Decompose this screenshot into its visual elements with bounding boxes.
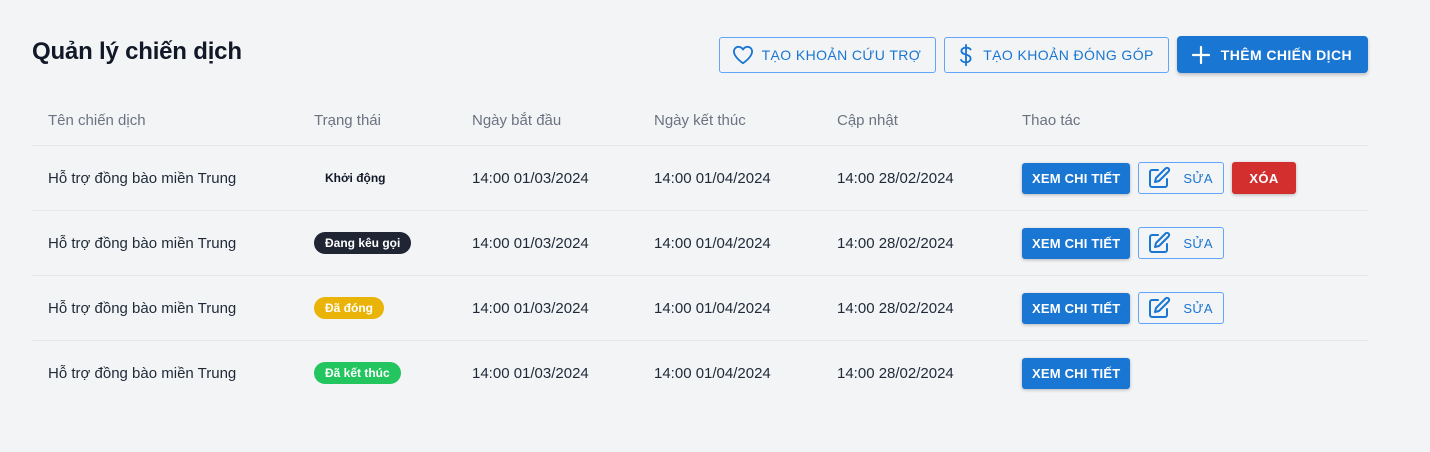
create-contribution-label: TẠO KHOẢN ĐÓNG GÓP	[983, 46, 1154, 63]
end-date: 14:00 01/04/2024	[654, 364, 771, 382]
campaign-name: Hỗ trợ đồng bào miền Trung	[48, 234, 237, 252]
campaign-name: Hỗ trợ đồng bào miền Trung	[48, 299, 237, 317]
edit-button-label: SỬA	[1183, 235, 1214, 251]
status-badge: Đã kết thúc	[314, 362, 401, 384]
table-row: Hỗ trợ đồng bào miền Trung Khởi động 14:…	[32, 146, 1368, 211]
end-date: 14:00 01/04/2024	[654, 299, 771, 317]
view-details-button[interactable]: XEM CHI TIẾT	[1022, 357, 1131, 389]
edit-button[interactable]: SỬA	[1138, 162, 1225, 194]
table-row: Hỗ trợ đồng bào miền Trung Đang kêu gọi …	[32, 211, 1368, 276]
create-contribution-button[interactable]: TẠO KHOẢN ĐÓNG GÓP	[944, 36, 1169, 73]
status-cell: Đã đóng	[298, 297, 456, 319]
view-details-button[interactable]: XEM CHI TIẾT	[1022, 292, 1131, 324]
status-badge: Đang kêu gọi	[314, 232, 412, 254]
row-actions: XEM CHI TIẾT SỬA	[1006, 292, 1368, 324]
status-badge: Đã đóng	[314, 297, 384, 319]
dollar-icon	[957, 43, 975, 66]
add-campaign-button[interactable]: THÊM CHIẾN DỊCH	[1176, 36, 1368, 73]
toolbar: TẠO KHOẢN CỨU TRỢ TẠO KHOẢN ĐÓNG GÓP THÊ…	[718, 36, 1368, 73]
column-header-status: Trạng thái	[314, 112, 381, 129]
add-campaign-label: THÊM CHIẾN DỊCH	[1220, 46, 1352, 63]
edit-button-label: SỬA	[1183, 170, 1214, 186]
updated-date: 14:00 28/02/2024	[837, 234, 954, 252]
column-header-start-date: Ngày bắt đầu	[472, 112, 562, 129]
table-row: Hỗ trợ đồng bào miền Trung Đã kết thúc 1…	[32, 341, 1368, 405]
column-header-end-date: Ngày kết thúc	[654, 112, 746, 129]
edit-button[interactable]: SỬA	[1138, 292, 1225, 324]
column-header-updated: Cập nhật	[837, 112, 898, 129]
create-relief-label: TẠO KHOẢN CỨU TRỢ	[761, 46, 922, 63]
view-details-button[interactable]: XEM CHI TIẾT	[1022, 227, 1131, 259]
column-header-name: Tên chiến dịch	[48, 112, 146, 129]
start-date: 14:00 01/03/2024	[472, 234, 589, 252]
edit-button-label: SỬA	[1183, 300, 1214, 316]
row-actions: XEM CHI TIẾT SỬA	[1006, 227, 1368, 259]
status-cell: Khởi động	[298, 167, 456, 189]
campaign-name: Hỗ trợ đồng bào miền Trung	[48, 169, 237, 187]
updated-date: 14:00 28/02/2024	[837, 364, 954, 382]
heart-icon	[732, 45, 754, 65]
updated-date: 14:00 28/02/2024	[837, 299, 954, 317]
start-date: 14:00 01/03/2024	[472, 169, 589, 187]
end-date: 14:00 01/04/2024	[654, 234, 771, 252]
delete-button[interactable]: XÓA	[1232, 162, 1297, 194]
row-actions: XEM CHI TIẾT	[1006, 357, 1368, 389]
view-details-button[interactable]: XEM CHI TIẾT	[1022, 162, 1131, 194]
campaign-table: Tên chiến dịch Trạng thái Ngày bắt đầu N…	[32, 96, 1368, 405]
edit-button[interactable]: SỬA	[1138, 227, 1225, 259]
updated-date: 14:00 28/02/2024	[837, 169, 954, 187]
status-cell: Đang kêu gọi	[298, 232, 456, 254]
create-relief-button[interactable]: TẠO KHOẢN CỨU TRỢ	[718, 36, 937, 73]
start-date: 14:00 01/03/2024	[472, 299, 589, 317]
edit-icon	[1147, 231, 1171, 255]
table-header: Tên chiến dịch Trạng thái Ngày bắt đầu N…	[32, 96, 1368, 146]
end-date: 14:00 01/04/2024	[654, 169, 771, 187]
edit-icon	[1147, 166, 1171, 190]
status-cell: Đã kết thúc	[298, 362, 456, 384]
status-badge: Khởi động	[325, 171, 386, 185]
edit-icon	[1147, 296, 1171, 320]
page-title: Quản lý chiến dịch	[32, 38, 242, 65]
campaign-name: Hỗ trợ đồng bào miền Trung	[48, 364, 237, 382]
column-header-actions: Thao tác	[1022, 112, 1081, 129]
plus-icon	[1191, 45, 1211, 65]
row-actions: XEM CHI TIẾT SỬA XÓA	[1006, 162, 1368, 194]
table-row: Hỗ trợ đồng bào miền Trung Đã đóng 14:00…	[32, 276, 1368, 341]
start-date: 14:00 01/03/2024	[472, 364, 589, 382]
